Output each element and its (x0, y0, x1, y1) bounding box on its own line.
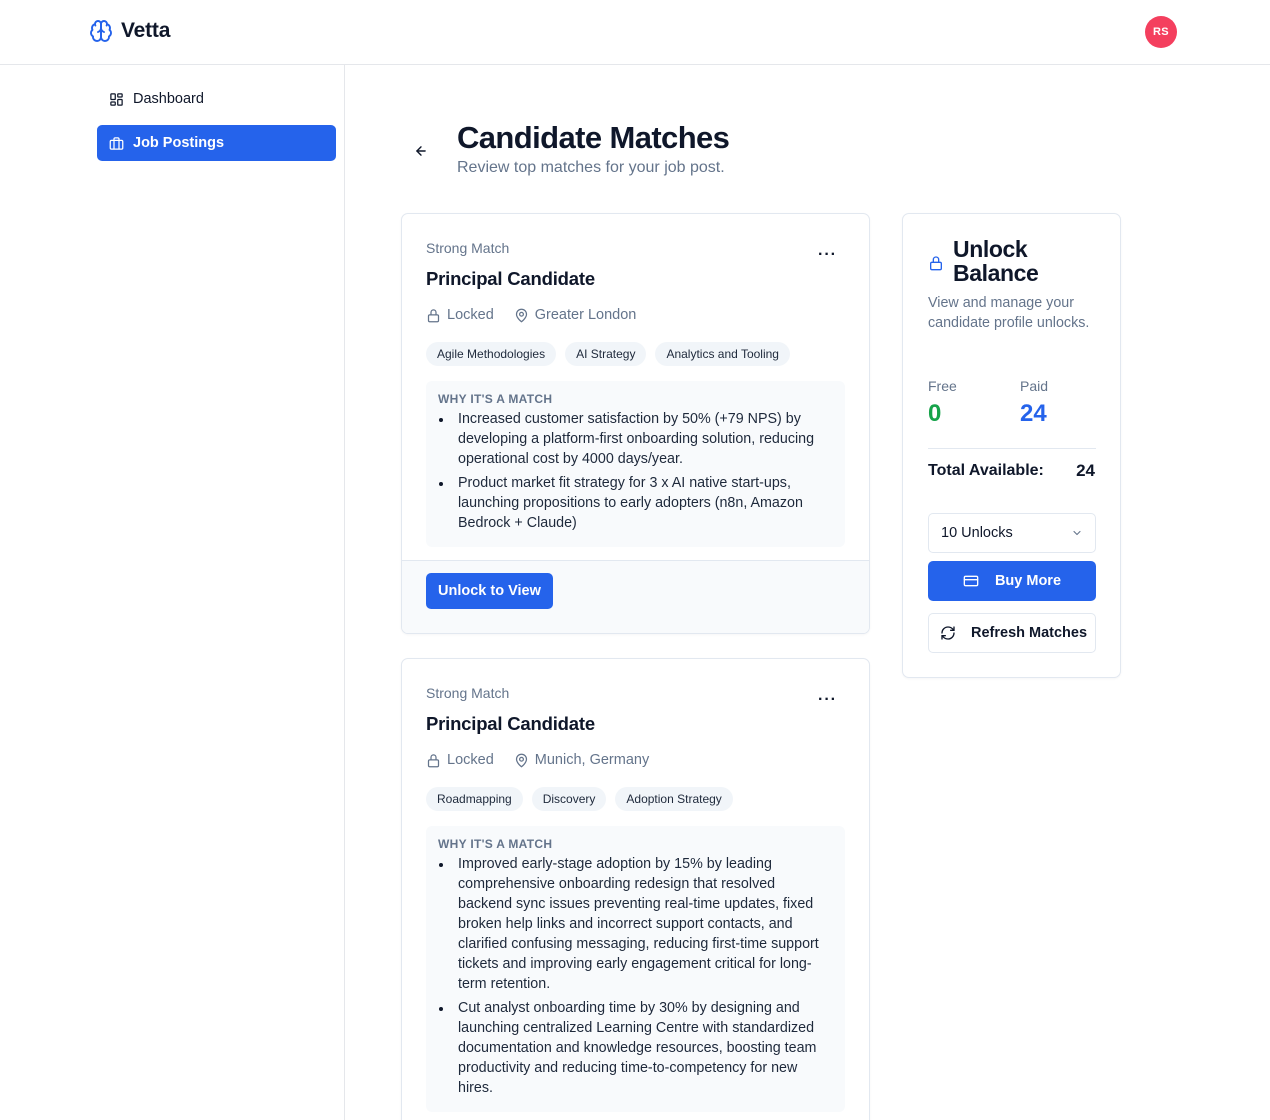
more-horizontal-icon: ··· (818, 691, 837, 708)
skill-tags: Roadmapping Discovery Adoption Strategy (426, 787, 733, 811)
free-label: Free (928, 378, 957, 394)
candidate-title: Principal Candidate (426, 713, 595, 734)
lock-status: Locked (447, 307, 494, 323)
arrow-left-icon (416, 146, 426, 156)
card-footer: Unlock to View (402, 560, 869, 633)
sidebar-item-dashboard[interactable]: Dashboard (97, 81, 336, 117)
balance-title: Unlock Balance (953, 236, 1039, 286)
select-value: 10 Unlocks (941, 525, 1013, 541)
match-reason: Increased customer satisfaction by 50% (… (438, 409, 833, 469)
total-available-value: 24 (1076, 461, 1095, 480)
more-options-button[interactable]: ··· (818, 692, 837, 708)
paid-label: Paid (1020, 378, 1049, 394)
candidate-location: Munich, Germany (534, 752, 650, 768)
buy-more-button[interactable]: Buy More (928, 561, 1096, 601)
unlock-to-view-button[interactable]: Unlock to View (426, 573, 553, 609)
sidebar-item-label: Dashboard (133, 91, 204, 107)
paid-unlocks-value: 24 (1020, 400, 1047, 427)
match-strength: Strong Match (426, 685, 510, 701)
skill-tag: Agile Methodologies (426, 342, 557, 366)
match-reason: Product market fit strategy for 3 x AI n… (438, 473, 833, 533)
candidate-location: Greater London (534, 307, 637, 323)
map-pin-icon (515, 753, 527, 767)
lock-icon (930, 256, 942, 271)
refresh-matches-label: Refresh Matches (971, 625, 1088, 641)
brand-name: Vetta (121, 19, 171, 42)
more-options-button[interactable]: ··· (818, 247, 837, 263)
dashboard-icon (110, 92, 123, 106)
candidate-meta: Locked Munich, Germany (426, 752, 649, 768)
skill-tag: Analytics and Tooling (655, 342, 790, 366)
sidebar-item-job-postings[interactable]: Job Postings (97, 125, 336, 161)
match-reasons-heading: WHY IT'S A MATCH (438, 392, 553, 406)
lock-icon (427, 308, 440, 322)
more-horizontal-icon: ··· (818, 246, 837, 263)
skill-tag: AI Strategy (565, 342, 647, 366)
credit-card-icon (963, 575, 979, 587)
page-subtitle: Review top matches for your job post. (457, 159, 725, 176)
candidate-title: Principal Candidate (426, 268, 595, 289)
sidebar: Dashboard Job Postings (0, 65, 345, 1120)
briefcase-icon (109, 136, 124, 150)
match-reasons: WHY IT'S A MATCH Increased customer sati… (426, 381, 845, 547)
buy-more-label: Buy More (994, 573, 1062, 589)
skill-tag: Roadmapping (426, 787, 523, 811)
balance-description: View and manage your candidate profile u… (928, 295, 1090, 331)
candidate-meta: Locked Greater London (426, 307, 636, 323)
skill-tag: Discovery (531, 787, 607, 811)
top-header: Vetta RS (0, 0, 1270, 65)
unlock-quantity-select[interactable]: 10 Unlocks (928, 513, 1096, 553)
total-available-label: Total Available: (928, 462, 1044, 479)
skill-tag: Adoption Strategy (615, 787, 733, 811)
match-reasons-heading: WHY IT'S A MATCH (438, 837, 553, 851)
refresh-matches-button[interactable]: Refresh Matches (928, 613, 1096, 653)
brain-icon (90, 20, 112, 42)
back-button[interactable] (410, 141, 432, 161)
match-reason: Improved early-stage adoption by 15% by … (438, 854, 833, 994)
match-reasons: WHY IT'S A MATCH Improved early-stage ad… (426, 826, 845, 1112)
lock-icon (427, 753, 440, 767)
chevron-down-icon (1073, 530, 1081, 536)
free-unlocks-value: 0 (928, 400, 942, 427)
divider (928, 448, 1096, 449)
sidebar-item-label: Job Postings (133, 135, 225, 151)
map-pin-icon (515, 308, 527, 322)
brand[interactable]: Vetta (89, 19, 170, 43)
skill-tags: Agile Methodologies AI Strategy Analytic… (426, 342, 790, 366)
refresh-icon (941, 626, 955, 640)
lock-status: Locked (447, 752, 494, 768)
candidate-card: Strong Match ··· Principal Candidate Loc… (401, 658, 870, 1120)
candidate-card: Strong Match ··· Principal Candidate Loc… (401, 213, 870, 634)
match-strength: Strong Match (426, 240, 510, 256)
page-title: Candidate Matches (457, 120, 730, 155)
unlock-balance-panel: Unlock Balance View and manage your cand… (902, 213, 1121, 678)
match-reason: Cut analyst onboarding time by 30% by de… (438, 998, 833, 1098)
user-avatar[interactable]: RS (1145, 16, 1177, 48)
